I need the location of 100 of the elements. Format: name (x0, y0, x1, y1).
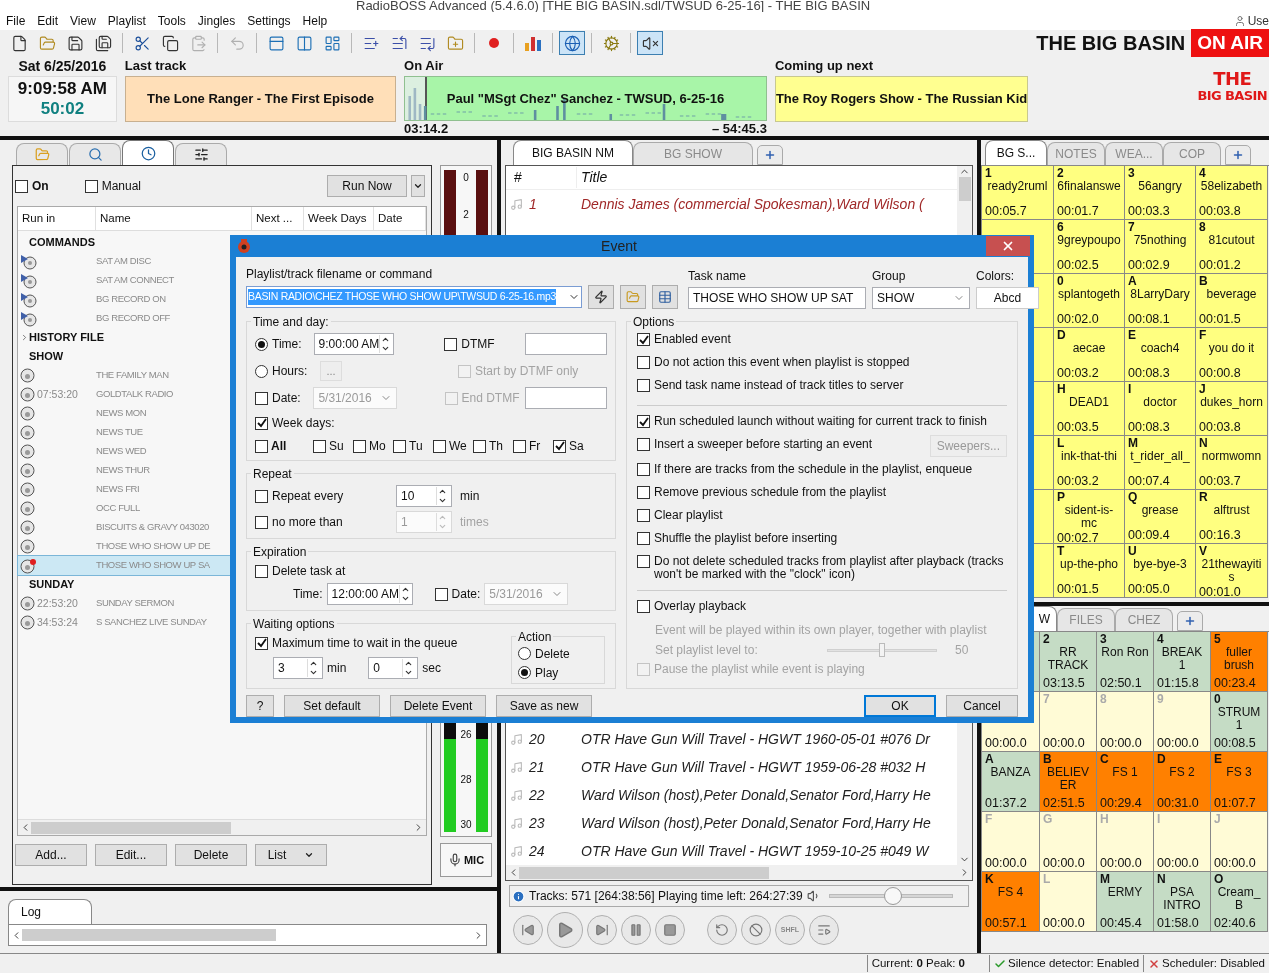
event-name: SAT AM DISC (96, 254, 151, 269)
checkbox-label: If there are tracks from the schedule in the playlist, enqueue (654, 463, 973, 476)
cart-name: BELIEVER (1046, 766, 1090, 792)
cart-time: 00:02.5 (1057, 257, 1100, 273)
field-label: Time: (293, 586, 323, 603)
cart-key: N (1157, 872, 1207, 886)
cart-time: 00:02.7 (1057, 530, 1100, 543)
cart-time: 00:00.0 (1157, 735, 1200, 751)
cart-time: 02:50.1 (1100, 675, 1143, 691)
event-name: NEWS THUR (96, 463, 150, 478)
track-title: OTR Have Gun Will Travel - HGWT 1960-05-01 #076 Dr (581, 729, 930, 749)
checkbox-label: Send task name instead of track titles to server (654, 379, 904, 392)
track-title: Ward Wilson (host),Peter Donald,Senator Ford,Harry He (581, 813, 931, 833)
checkbox-label: Insert a sweeper before starting an event (654, 438, 873, 451)
cart-time: 00:29.4 (1100, 795, 1143, 811)
cart-key: K (985, 872, 1036, 886)
on-air-badge: ON AIR (1191, 28, 1269, 58)
checkbox-label: Do not delete scheduled tracks from playlist after playback (tracks won't be marked with the "clock" icon) (654, 555, 1005, 581)
event-name: NEWS MON (96, 406, 147, 421)
cart-key: A (985, 752, 1036, 766)
cart-name: ink-that-thi (1060, 450, 1118, 463)
cart-time: 00:45.4 (1100, 915, 1143, 931)
cart-time: 00:31.0 (1157, 795, 1200, 811)
slider-reading: 50 (955, 642, 969, 659)
event-name: BISCUITS & GRAVY 043020 (96, 520, 209, 535)
cart-key: 0 (1214, 692, 1264, 706)
cart-key: Q (1128, 490, 1192, 504)
field-label: Colors: (976, 268, 1015, 285)
cart-time: 00:08.5 (1214, 735, 1257, 751)
status-text: Silence detector: Enabled (989, 954, 1144, 973)
track-number: 24 (529, 841, 546, 861)
event-name: THOSE WHO SHOW UP DE (96, 539, 211, 554)
cart-key: 4 (1199, 166, 1264, 180)
checkbox-label: On (32, 178, 49, 195)
event-name: THE FAMILY MAN (96, 368, 169, 383)
checkbox-label: Manual (101, 178, 142, 195)
cart-name: up-the-pho (1058, 558, 1119, 571)
cart-name: FS 2 (1168, 766, 1196, 779)
scale-label: 30 (460, 818, 472, 832)
cart-name: RR TRACK (1046, 646, 1090, 672)
cart-key: N (1199, 436, 1264, 450)
cart-name: 21thewayitis (1200, 558, 1263, 584)
cart-time: 00:03.8 (1199, 203, 1242, 219)
column-header: Week Days (304, 207, 374, 230)
track-number: 20 (529, 729, 546, 749)
column-header: Run in (18, 207, 96, 230)
checkbox-label: Start by DTMF only (475, 363, 579, 380)
cart-name: fuller brush (1223, 646, 1255, 672)
checkbox-label: Repeat every (272, 489, 344, 503)
cart-time: 00:16.3 (1199, 527, 1242, 543)
cart-key: D (1157, 752, 1207, 766)
cart-name: doctor (1142, 396, 1178, 409)
cart-time: 00:03.2 (1057, 365, 1100, 381)
column-header: Name (96, 207, 252, 230)
event-name: NEWS WED (96, 444, 147, 459)
cart-key: 2 (1057, 166, 1121, 180)
date-text: Sat 6/25/2016 (17, 57, 108, 76)
cart-key: J (1214, 812, 1264, 826)
cart-name: ready2ruml (986, 180, 1049, 193)
cart-name: coach4 (1139, 342, 1181, 355)
event-name: THOSE WHO SHOW UP SA (96, 558, 210, 573)
selected-text: BASIN RADIO\CHEZ THOSE WHO SHOW UP\TWSUD 6-25-16.mp3 (248, 289, 556, 305)
run-in-time: 07:53:20 (37, 386, 78, 402)
slider-label: Set playlist level to: (655, 642, 759, 659)
column-header: Next ... (252, 207, 304, 230)
radio-label: Hours: (272, 364, 308, 378)
cart-name: t_rider_all_ (1129, 450, 1191, 463)
cart-time: 00:05.0 (1128, 581, 1171, 597)
cart-name: DEAD1 (1068, 396, 1110, 409)
event-name: OCC FULL (96, 501, 140, 516)
dialog-title: Event (600, 236, 638, 256)
cart-key: I (1128, 382, 1192, 396)
cart-name: BANZA (989, 766, 1032, 779)
cart-key: T (1057, 544, 1121, 558)
cart-time: 00:00.8 (1199, 365, 1242, 381)
event-name: BG RECORD OFF (96, 311, 170, 326)
cart-name: splantogeth (1057, 288, 1121, 301)
cart-time: 00:07.4 (1128, 473, 1171, 489)
cart-key: M (1100, 872, 1150, 886)
cart-name: FS 3 (1225, 766, 1253, 779)
cart-name: FS 4 (996, 886, 1025, 899)
cart-time: 00:01.7 (1057, 203, 1100, 219)
cart-time: 00:02.9 (1128, 257, 1171, 273)
cart-time: 03:13.5 (1043, 675, 1086, 691)
cart-time: 00:03.7 (1199, 473, 1242, 489)
track-title: Paul "MSgt Chez" Sanchez - TWSUD, 6-25-16 (446, 89, 725, 108)
cart-time: 01:37.2 (985, 795, 1028, 811)
cart-time: 00:01.5 (1199, 311, 1242, 327)
track-title: Ward Wilson (host),Peter Donald,Senator Ford,Harry He (581, 785, 931, 805)
cart-time: 00:01.5 (1057, 581, 1100, 597)
cart-time: 00:57.1 (985, 915, 1028, 931)
checkbox-label: Clear playlist (654, 509, 723, 522)
cart-key: 3 (1100, 632, 1150, 646)
cart-key: 2 (1043, 632, 1093, 646)
radio-label: Time: (272, 337, 302, 351)
status-text: Scheduler: Disabled (1143, 954, 1269, 973)
cart-key: J (1199, 382, 1264, 396)
elapsed-time: 03:14.2 (404, 121, 449, 136)
event-name: S SANCHEZ LIVE SUNDAY (96, 615, 207, 630)
track-title: OTR Have Gun Will Travel - HGWT 1959-10-25 #049 W (581, 841, 929, 861)
